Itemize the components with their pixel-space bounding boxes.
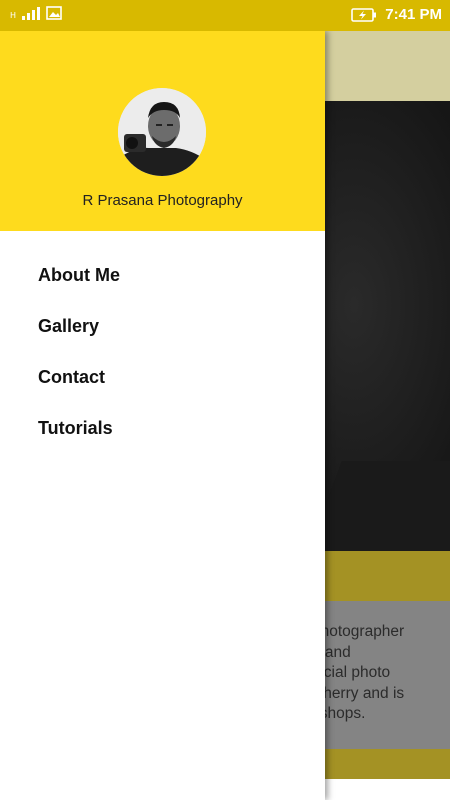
profile-photo-icon — [118, 88, 206, 176]
navigation-drawer: R Prasana Photography About Me Gallery C… — [0, 31, 325, 800]
image-notification-icon — [46, 6, 62, 20]
profile-avatar[interactable] — [118, 88, 206, 176]
network-type-label: H — [10, 11, 17, 20]
menu-item-about-me[interactable]: About Me — [0, 256, 325, 307]
drawer-header: R Prasana Photography — [0, 31, 325, 231]
menu-item-contact[interactable]: Contact — [0, 358, 325, 409]
status-time: 7:41 PM — [385, 6, 442, 23]
status-right: 7:41 PM — [351, 6, 442, 23]
status-bar: H 7:41 PM — [0, 0, 450, 31]
status-left: H — [10, 6, 62, 20]
drawer-header-title: R Prasana Photography — [82, 192, 243, 209]
signal-icon — [22, 6, 41, 20]
menu-item-tutorials[interactable]: Tutorials — [0, 409, 325, 460]
drawer-menu: About Me Gallery Contact Tutorials — [0, 256, 325, 460]
menu-item-gallery[interactable]: Gallery — [0, 307, 325, 358]
battery-charging-icon — [351, 7, 377, 22]
